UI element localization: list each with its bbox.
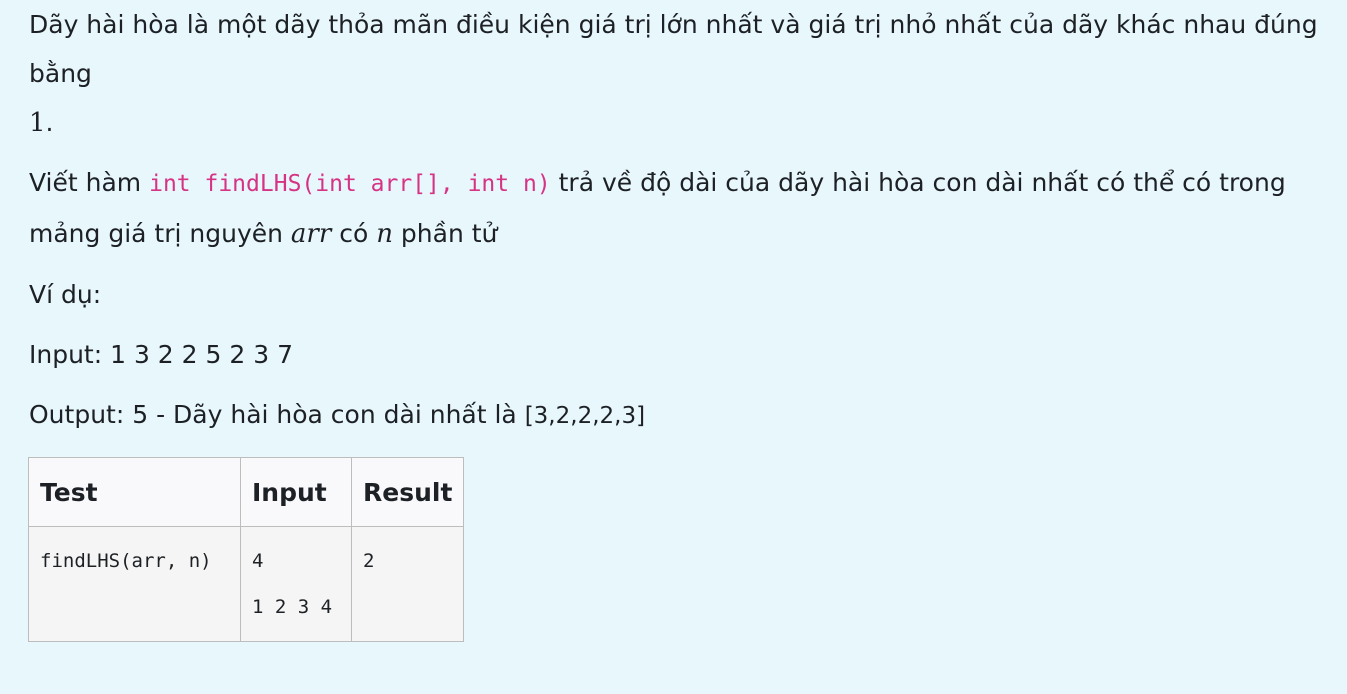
intro-period: . [45,108,54,137]
function-signature: int findLHS(int arr[], int n) [149,171,551,197]
cell-result-text: 2 [363,550,375,572]
header-test: Test [28,457,241,527]
intro-text: Dãy hài hòa là một dãy thỏa mãn điều kiệ… [29,10,1318,88]
cell-test-text: findLHS(arr, n) [40,550,212,572]
cell-test: findLHS(arr, n) [28,526,241,642]
output-line: Output: 5 - Dãy hài hòa con dài nhất là … [29,390,1339,441]
task-paragraph: Viết hàm int findLHS(int arr[], int n) t… [29,158,1339,259]
table-row: findLHS(arr, n) 4 1 2 3 4 2 [28,526,465,642]
math-var-n: n [376,219,393,249]
examples-table: Test Input Result findLHS(arr, n) 4 1 2 … [28,457,465,642]
cell-input-line2: 1 2 3 4 [252,596,333,618]
cell-input-line1: 4 [252,550,264,572]
output-bracket: [3,2,2,2,3] [524,403,646,429]
input-line: Input: 1 3 2 2 5 2 3 7 [29,340,293,369]
math-var-arr: arr [290,219,332,249]
example-label: Ví dụ: [29,280,102,309]
table-header-row: Test Input Result [28,457,465,527]
task-prefix: Viết hàm [29,168,150,197]
cell-result: 2 [350,526,465,642]
task-suffix: phần tử [392,219,498,248]
header-input: Input [240,457,352,527]
output-text: Output: 5 - Dãy hài hòa con dài nhất là [29,400,525,429]
task-co: có [331,219,377,248]
intro-paragraph: Dãy hài hòa là một dãy thỏa mãn điều kiệ… [29,0,1339,148]
header-result: Result [350,457,465,527]
question-text: Dãy hài hòa là một dãy thỏa mãn điều kiệ… [29,0,1339,494]
math-one: 1 [29,108,46,138]
cell-input: 4 1 2 3 4 [240,526,352,642]
